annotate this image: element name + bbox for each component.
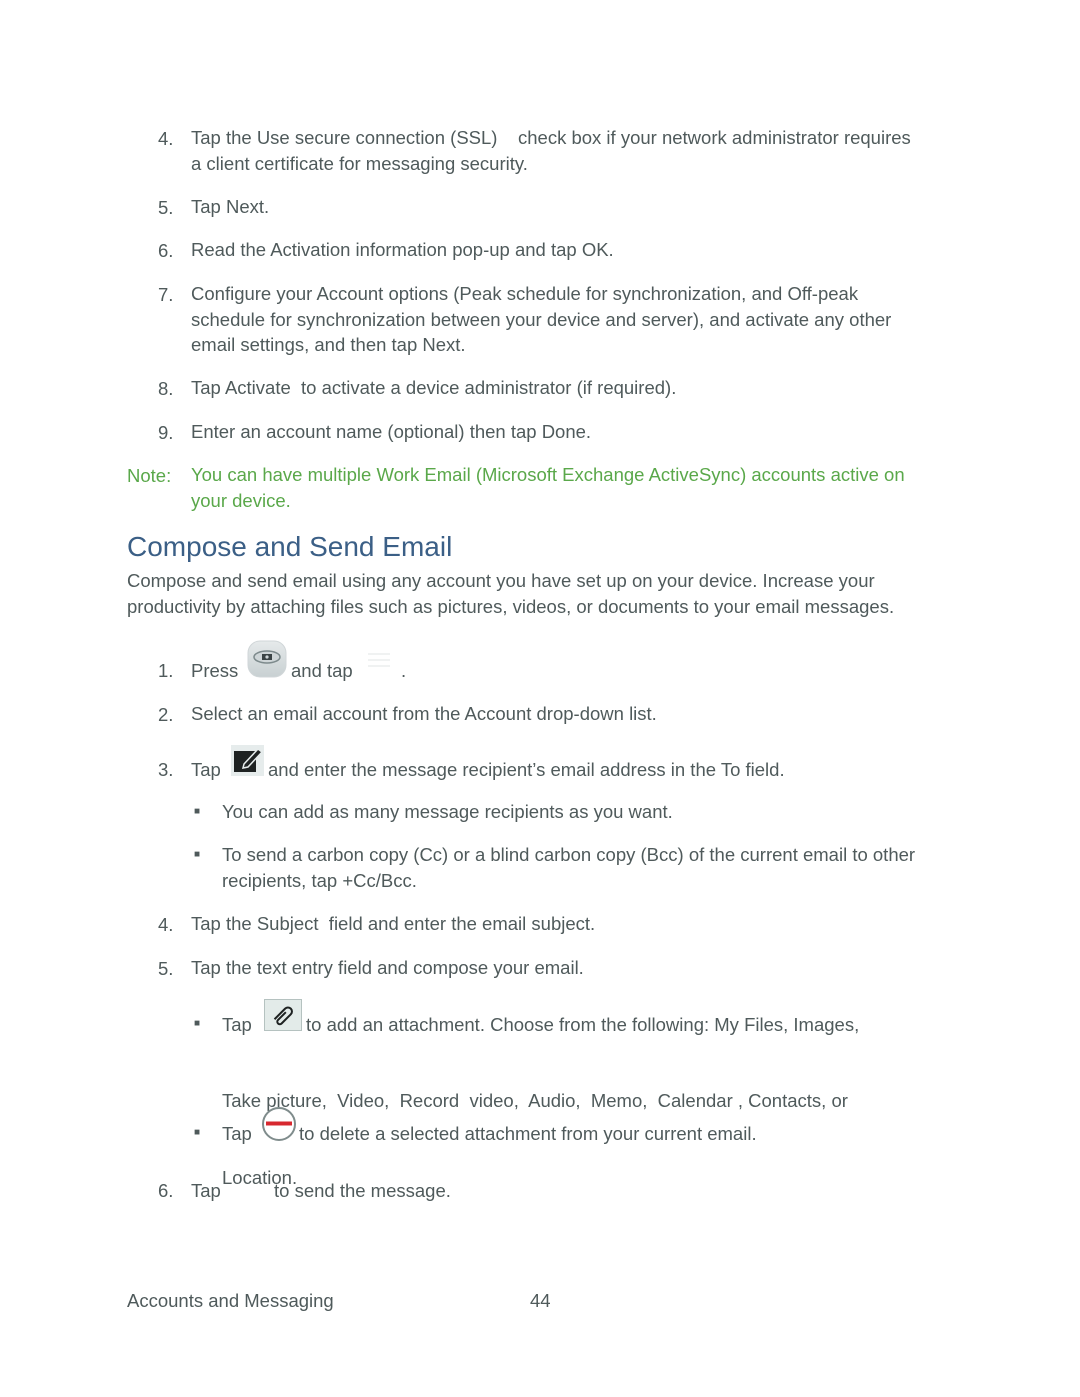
step-6-text: Read the Activation information pop-up a… (191, 239, 614, 260)
footer-section-name: Accounts and Messaging (127, 1290, 334, 1311)
step-7-line-2: schedule for synchronization between you… (191, 308, 892, 330)
section-intro: Compose and send email using any account… (127, 568, 894, 619)
attach-bullet-line-1: to add an attachment. Choose from the fo… (306, 1014, 860, 1035)
paperclip-icon (264, 999, 302, 1031)
remove-bullet-before: Tap (222, 1123, 252, 1144)
step-4-number: 4. (158, 128, 174, 149)
note-text: You can have multiple Work Email (Micros… (191, 462, 905, 513)
note-line-2: your device. (191, 489, 291, 511)
step-7-line-1: Configure your Account options (Peak sch… (191, 283, 859, 304)
attach-bullet-before: Tap (222, 1014, 252, 1035)
bullet-2-line-1: To send a carbon copy (Cc) or a blind ca… (222, 844, 916, 865)
compose-step-4-number: 4. (158, 914, 174, 935)
step-4-line-2: a client certificate for messaging secur… (191, 152, 528, 174)
compose-step-5-text: Tap the text entry field and compose you… (191, 957, 584, 978)
section-title: Compose and Send Email (127, 531, 453, 562)
home-key-icon (247, 640, 287, 678)
compose-step-6-number: 6. (158, 1180, 174, 1201)
menu-icon (366, 650, 394, 674)
bullet-2-line-2: recipients, tap +Cc/Bcc. (222, 869, 417, 891)
step-5-number: 5. (158, 197, 174, 218)
bullet-marker: ■ (194, 849, 201, 860)
step-7-line-3: email settings, and then tap Next. (191, 334, 466, 355)
compose-step-1-number: 1. (158, 660, 174, 681)
compose-step-6-after: to send the message. (274, 1180, 451, 1201)
intro-line-1: Compose and send email using any account… (127, 570, 875, 591)
step-4-text: Tap the Use secure connection (SSL) chec… (191, 125, 911, 176)
step-7-number: 7. (158, 284, 174, 305)
step-3-bullet-1: You can add as many message recipients a… (222, 801, 673, 822)
note-label: Note: (127, 465, 172, 486)
step-3-bullet-2: To send a carbon copy (Cc) or a blind ca… (222, 842, 915, 893)
step-8-text: Tap Activate to activate a device admini… (191, 377, 677, 398)
compose-step-6-before: Tap (191, 1180, 221, 1201)
intro-line-2: productivity by attaching files such as … (127, 595, 895, 617)
step-4-line-1: Tap the Use secure connection (SSL) chec… (191, 127, 911, 148)
compose-step-2-text: Select an email account from the Account… (191, 703, 657, 724)
step-6-number: 6. (158, 240, 174, 261)
send-icon (230, 1172, 268, 1204)
compose-step-2-number: 2. (158, 704, 174, 725)
compose-icon (231, 745, 264, 776)
compose-step-3-after: and enter the message recipient’s email … (268, 759, 785, 780)
footer-page-number: 44 (530, 1290, 551, 1311)
step-7-text: Configure your Account options (Peak sch… (191, 281, 891, 358)
compose-step-1-before: Press (191, 660, 239, 681)
remove-icon (261, 1106, 297, 1142)
step-9-number: 9. (158, 422, 174, 443)
bullet-marker: ■ (194, 806, 201, 817)
note-line-1: You can have multiple Work Email (Micros… (191, 464, 905, 485)
compose-step-1-middle: and tap (291, 660, 353, 681)
compose-step-4-text: Tap the Subject field and enter the emai… (191, 913, 596, 934)
remove-bullet-after: to delete a selected attachment from you… (299, 1123, 757, 1144)
bullet-marker: ■ (194, 1127, 201, 1138)
compose-step-1-after: . (401, 660, 407, 681)
compose-step-3-number: 3. (158, 759, 174, 780)
step-9-text: Enter an account name (optional) then ta… (191, 421, 592, 442)
step-5-text: Tap Next. (191, 196, 270, 217)
compose-step-5-number: 5. (158, 958, 174, 979)
bullet-marker: ■ (194, 1018, 201, 1029)
attach-bullet-line-2: Take picture, Video, Record video, Audio… (222, 1090, 848, 1111)
compose-step-3-before: Tap (191, 759, 221, 780)
step-8-number: 8. (158, 378, 174, 399)
